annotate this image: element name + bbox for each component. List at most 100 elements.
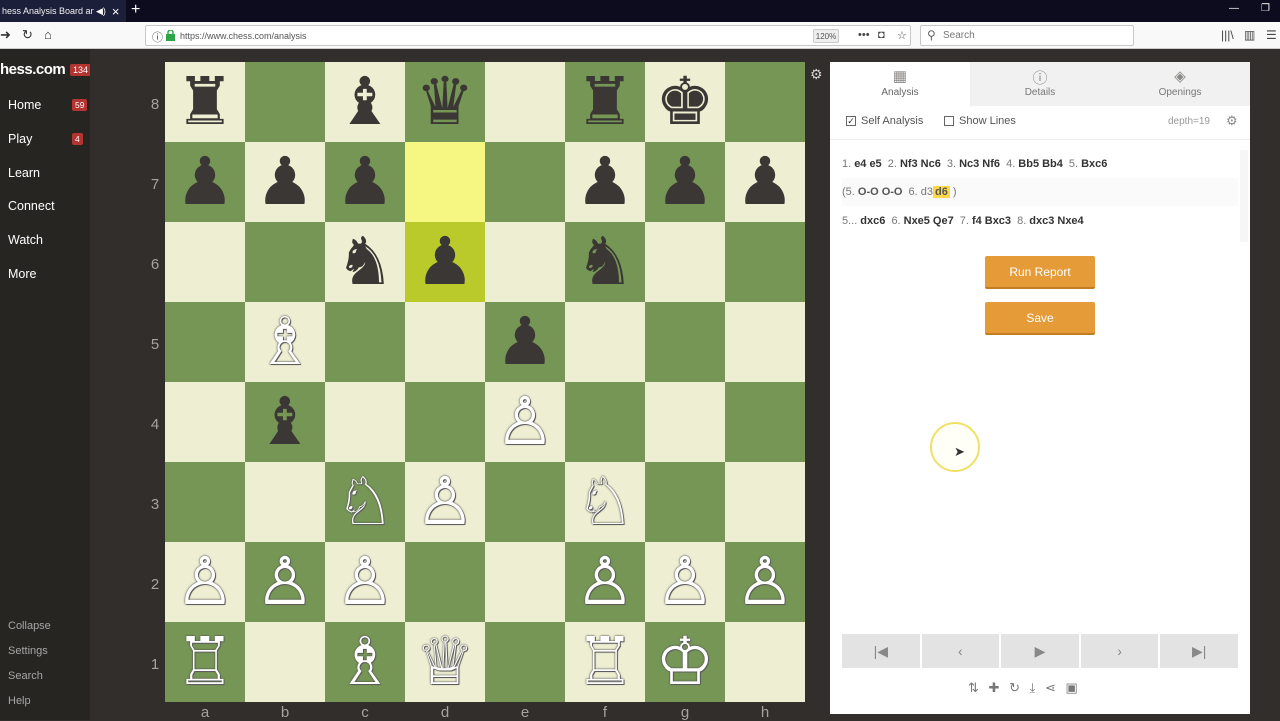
square-a7[interactable]: ♟ — [165, 142, 245, 222]
save-button[interactable]: Save — [985, 302, 1095, 335]
self-analysis-label[interactable]: Self Analysis — [861, 115, 923, 127]
previous-move-icon[interactable]: ‹ — [921, 634, 1000, 668]
sidebar-item-play[interactable]: Play — [8, 132, 32, 146]
square-d6[interactable]: ♟ — [405, 222, 485, 302]
sidebar-item-more[interactable]: More — [8, 267, 36, 281]
square-a8[interactable]: ♜ — [165, 62, 245, 142]
move[interactable]: Nxe4 — [1057, 215, 1083, 227]
home-icon[interactable]: ⌂ — [44, 27, 52, 42]
piece-e5[interactable]: ♟ — [485, 302, 565, 382]
close-tab-icon[interactable]: × — [112, 4, 120, 19]
back-icon[interactable]: ➜ — [0, 27, 11, 43]
piece-g2[interactable]: ♙ — [645, 542, 725, 622]
sidebar-settings[interactable]: Settings — [8, 645, 48, 657]
square-g4[interactable] — [645, 382, 725, 462]
add-icon[interactable]: ✚ — [989, 680, 1000, 695]
square-c6[interactable]: ♞ — [325, 222, 405, 302]
move[interactable]: Nf6 — [982, 158, 1000, 170]
square-e1[interactable] — [485, 622, 565, 702]
sidebar-search[interactable]: Search — [8, 670, 43, 682]
square-f8[interactable]: ♜ — [565, 62, 645, 142]
tab-details[interactable]: ⓘ Details — [970, 62, 1110, 106]
piece-a1[interactable]: ♖ — [165, 622, 245, 702]
square-b6[interactable] — [245, 222, 325, 302]
square-a2[interactable]: ♙ — [165, 542, 245, 622]
square-b2[interactable]: ♙ — [245, 542, 325, 622]
notification-badge[interactable]: 134 — [70, 64, 92, 76]
move[interactable]: Bb4 — [1042, 158, 1063, 170]
square-d5[interactable] — [405, 302, 485, 382]
square-a6[interactable] — [165, 222, 245, 302]
move[interactable]: Nc3 — [959, 158, 979, 170]
tab-analysis[interactable]: ▦ Analysis — [830, 62, 970, 106]
square-a5[interactable] — [165, 302, 245, 382]
piece-a2[interactable]: ♙ — [165, 542, 245, 622]
square-a4[interactable] — [165, 382, 245, 462]
square-f7[interactable]: ♟ — [565, 142, 645, 222]
square-c2[interactable]: ♙ — [325, 542, 405, 622]
square-c3[interactable]: ♘ — [325, 462, 405, 542]
speaker-icon[interactable]: ◀) — [96, 6, 106, 17]
board-settings-gear-icon[interactable]: ⚙ — [810, 66, 823, 83]
browser-tab[interactable]: hess Analysis Board and P ◀) × — [0, 0, 126, 22]
move[interactable]: O-O — [858, 186, 879, 198]
square-f6[interactable]: ♞ — [565, 222, 645, 302]
square-e7[interactable] — [485, 142, 565, 222]
sidebar-help[interactable]: Help — [8, 695, 31, 707]
sidebar-collapse[interactable]: Collapse — [8, 620, 51, 632]
zoom-level[interactable]: 120% — [813, 29, 839, 43]
square-g2[interactable]: ♙ — [645, 542, 725, 622]
piece-f7[interactable]: ♟ — [565, 142, 645, 222]
sidebar-toggle-icon[interactable]: ▥ — [1244, 28, 1255, 42]
piece-d8[interactable]: ♛ — [405, 62, 485, 142]
square-c1[interactable]: ♗ — [325, 622, 405, 702]
sidebar-item-learn[interactable]: Learn — [8, 166, 40, 180]
self-analysis-checkbox[interactable]: ✓ — [846, 116, 856, 126]
square-h5[interactable] — [725, 302, 805, 382]
piece-e4[interactable]: ♙ — [485, 382, 565, 462]
share-icon[interactable]: ⋖ — [1045, 680, 1056, 695]
square-a3[interactable] — [165, 462, 245, 542]
piece-f1[interactable]: ♖ — [565, 622, 645, 702]
square-g6[interactable] — [645, 222, 725, 302]
piece-c8[interactable]: ♝ — [325, 62, 405, 142]
show-lines-label[interactable]: Show Lines — [959, 115, 1016, 127]
piece-d3[interactable]: ♙ — [405, 462, 485, 542]
piece-d1[interactable]: ♕ — [405, 622, 485, 702]
square-g1[interactable]: ♔ — [645, 622, 725, 702]
piece-b2[interactable]: ♙ — [245, 542, 325, 622]
download-icon[interactable]: ⤓ — [1030, 680, 1036, 695]
square-b4[interactable]: ♝ — [245, 382, 325, 462]
move[interactable]: dxc6 — [860, 215, 885, 227]
square-h4[interactable] — [725, 382, 805, 462]
piece-f2[interactable]: ♙ — [565, 542, 645, 622]
square-h3[interactable] — [725, 462, 805, 542]
export-image-icon[interactable]: ▣ — [1066, 680, 1078, 695]
run-report-button[interactable]: Run Report — [985, 256, 1095, 289]
show-lines-checkbox[interactable] — [944, 116, 954, 126]
piece-c3[interactable]: ♘ — [325, 462, 405, 542]
piece-h7[interactable]: ♟ — [725, 142, 805, 222]
square-c4[interactable] — [325, 382, 405, 462]
piece-a8[interactable]: ♜ — [165, 62, 245, 142]
move[interactable]: Qe7 — [933, 215, 954, 227]
piece-d6[interactable]: ♟ — [405, 222, 485, 302]
sidebar-item-connect[interactable]: Connect — [8, 199, 55, 213]
library-icon[interactable]: |||\ — [1221, 28, 1234, 42]
url-bar[interactable]: ⓘ https://www.chess.com/analysis 120% ••… — [145, 25, 911, 46]
square-h1[interactable] — [725, 622, 805, 702]
square-h6[interactable] — [725, 222, 805, 302]
piece-c1[interactable]: ♗ — [325, 622, 405, 702]
piece-f6[interactable]: ♞ — [565, 222, 645, 302]
move-list-scrollbar[interactable] — [1240, 150, 1248, 242]
piece-b7[interactable]: ♟ — [245, 142, 325, 222]
square-g5[interactable] — [645, 302, 725, 382]
last-move-icon[interactable]: ▶| — [1160, 634, 1238, 668]
square-f4[interactable] — [565, 382, 645, 462]
move[interactable]: Nf3 — [900, 158, 918, 170]
move[interactable]: O-O — [882, 186, 903, 198]
next-move-icon[interactable]: › — [1080, 634, 1159, 668]
square-d2[interactable] — [405, 542, 485, 622]
move[interactable]: Nc6 — [921, 158, 941, 170]
square-e6[interactable] — [485, 222, 565, 302]
